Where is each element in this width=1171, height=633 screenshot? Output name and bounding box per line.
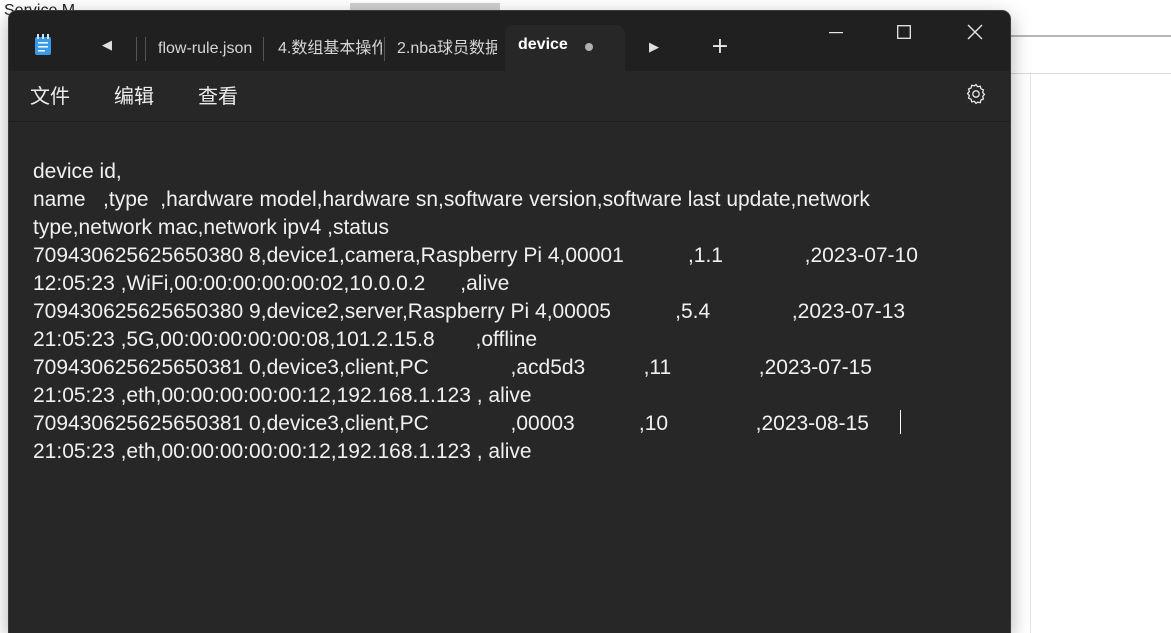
menu-edit[interactable]: 编辑 — [114, 84, 154, 108]
menu-file[interactable]: 文件 — [30, 84, 70, 108]
text-line: 21:05:23 ,5G,00:00:00:00:00:08,101.2.15.… — [33, 328, 538, 351]
text-line: 12:05:23 ,WiFi,00:00:00:00:00:02,10.0.0.… — [33, 272, 510, 295]
tab-device[interactable]: device — [505, 25, 625, 71]
text-cursor — [900, 410, 901, 434]
close-icon[interactable] — [945, 11, 1005, 53]
tab-flow-rule[interactable]: flow-rule.json — [158, 31, 256, 67]
tab-separator — [384, 37, 385, 61]
text-line: 709430625625650380 9,device2,server,Rasp… — [33, 300, 906, 323]
tab-nba-data[interactable]: 2.nba球员数据 — [397, 31, 497, 67]
text-line: name ,type ,hardware model,hardware sn,s… — [33, 188, 870, 211]
plus-icon[interactable]: + — [709, 35, 731, 59]
minimize-icon[interactable] — [806, 11, 866, 53]
title-bar[interactable]: ◀ flow-rule.json 4.数组基本操作 2.nba球员数据 devi… — [9, 11, 1010, 71]
text-line: device id, — [33, 160, 122, 183]
dot-icon[interactable] — [585, 43, 593, 51]
background-panel — [1030, 74, 1171, 633]
text-line: 709430625625650380 8,device1,camera,Rasp… — [33, 244, 918, 267]
text-editor[interactable]: device id, name ,type ,hardware model,ha… — [9, 122, 1010, 633]
text-line: type,network mac,network ipv4 ,status — [33, 216, 389, 239]
tab-separator — [263, 37, 264, 61]
tab-separator — [136, 37, 137, 61]
text-line: 709430625625650381 0,device3,client,PC ,… — [33, 412, 869, 435]
maximize-icon[interactable] — [874, 11, 934, 53]
background-divider — [1010, 35, 1171, 37]
notepad-icon — [34, 34, 52, 56]
background-tab — [350, 3, 500, 10]
text-line: 21:05:23 ,eth,00:00:00:00:00:12,192.168.… — [33, 384, 532, 407]
text-line: 709430625625650381 0,device3,client,PC ,… — [33, 356, 872, 379]
notepad-window: ◀ flow-rule.json 4.数组基本操作 2.nba球员数据 devi… — [9, 11, 1010, 633]
chevron-right-icon[interactable]: ▶ — [646, 39, 662, 57]
tab-separator — [145, 37, 146, 61]
menu-view[interactable]: 查看 — [198, 84, 238, 108]
gear-icon[interactable] — [964, 82, 988, 106]
menu-bar: 文件 编辑 查看 — [9, 71, 1010, 122]
tab-device-label: device — [518, 36, 568, 53]
text-line: 21:05:23 ,eth,00:00:00:00:00:12,192.168.… — [33, 440, 532, 463]
chevron-left-icon[interactable]: ◀ — [99, 37, 115, 55]
tab-array-ops[interactable]: 4.数组基本操作 — [278, 31, 382, 67]
